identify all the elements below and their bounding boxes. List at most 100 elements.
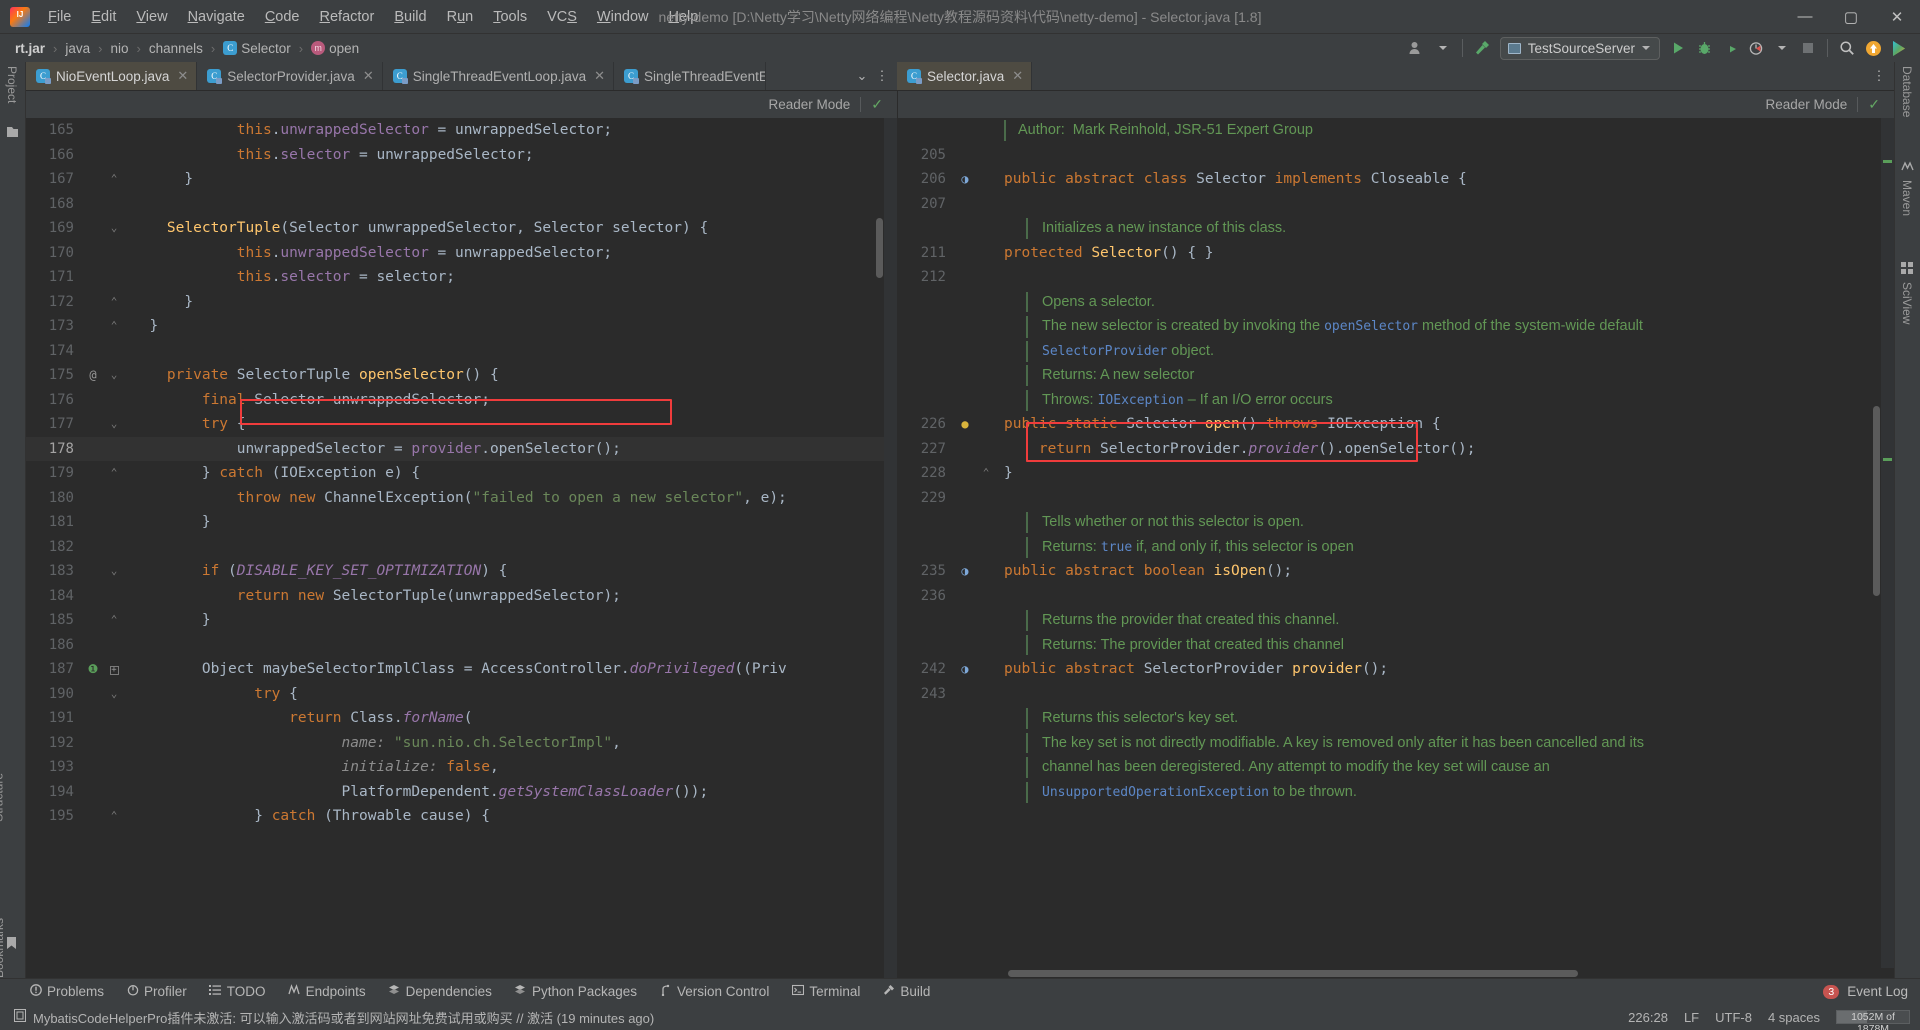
code-line[interactable]: 168 [26,192,897,217]
code-line[interactable]: 185 ⌃ } [26,608,897,633]
menu-refactor[interactable]: Refactor [310,5,385,29]
code-line[interactable]: Returns the provider that created this c… [898,608,1894,633]
code-line[interactable]: 183 ⌄ if (DISABLE_KEY_SET_OPTIMIZATION) { [26,559,897,584]
code-line[interactable]: Returns: The provider that created this … [898,633,1894,658]
reader-mode-label[interactable]: Reader Mode [768,97,850,112]
close-icon[interactable]: ✕ [177,68,188,84]
gutter-marker[interactable]: ◑ [954,559,976,584]
code-line[interactable]: 243 [898,682,1894,707]
code-line[interactable]: 187 ❶ + Object maybeSelectorImplClass = Ac… [26,657,897,682]
stop-button[interactable] [1795,36,1821,60]
menu-file[interactable]: File [38,5,81,29]
code-line[interactable]: 194 PlatformDependent.getSystemClassLoad… [26,780,897,805]
code-line[interactable]: Initializes a new instance of this class… [898,216,1894,241]
error-stripe-right[interactable] [1881,118,1894,978]
run-with-coverage-button[interactable] [1717,36,1743,60]
tool-problems[interactable]: Problems [18,982,115,1001]
tool-build[interactable]: Build [871,982,941,1001]
fold-marker[interactable]: ⌄ [104,412,124,437]
menu-code[interactable]: Code [255,5,310,29]
tool-todo[interactable]: TODO [198,982,277,1001]
breadcrumb-item-rtjar[interactable]: rt.jar [12,40,48,57]
code-line[interactable]: Returns: true if, and only if, this sele… [898,535,1894,560]
tool-python-packages[interactable]: Python Packages [503,982,648,1001]
close-icon[interactable]: ✕ [594,68,605,84]
line-separator[interactable]: LF [1684,1010,1699,1025]
gutter-marker[interactable]: ◑ [954,657,976,682]
sidebar-item-database[interactable]: Database [1900,66,1914,117]
tab-nioeventloop[interactable]: C NioEventLoop.java ✕ [26,62,198,90]
code-line[interactable]: 165 this.unwrappedSelector = unwrappedSe… [26,118,897,143]
code-line[interactable]: 193 initialize: false, [26,755,897,780]
breadcrumb-item-selector[interactable]: C Selector [220,40,294,57]
reader-mode-label[interactable]: Reader Mode [1765,97,1847,112]
menu-edit[interactable]: Edit [81,5,126,29]
error-stripe-left[interactable] [884,118,897,978]
gutter-marker[interactable]: ❶ [82,657,104,682]
tool-version-control[interactable]: Version Control [648,982,780,1001]
indent-setting[interactable]: 4 spaces [1768,1010,1820,1025]
profile-button[interactable] [1743,36,1769,60]
file-encoding[interactable]: UTF-8 [1715,1010,1752,1025]
menu-help[interactable]: Help [658,5,708,29]
code-line[interactable]: 166 this.selector = unwrappedSelector; [26,143,897,168]
code-line[interactable]: 177 ⌄ try { [26,412,897,437]
code-line[interactable]: Returns this selector's key set. [898,706,1894,731]
code-line[interactable]: 175 @ ⌄ private SelectorTuple openSelector… [26,363,897,388]
menu-vcs[interactable]: VCS [537,5,587,29]
code-line[interactable]: 181 } [26,510,897,535]
code-line[interactable]: 207 [898,192,1894,217]
code-line[interactable]: 206 ◑ public abstract class Selector imple… [898,167,1894,192]
build-hammer-icon[interactable] [1469,36,1495,60]
tabs-list-chevron-icon[interactable]: ⌄ [853,68,871,84]
menu-window[interactable]: Window [587,5,659,29]
fold-marker[interactable]: ⌄ [104,363,124,388]
gutter-marker[interactable]: ◑ [954,167,976,192]
notification-icon[interactable] [14,1009,26,1025]
tab-selectorprovider[interactable]: C SelectorProvider.java ✕ [197,62,383,90]
code-line[interactable]: 169 ⌄ SelectorTuple(Selector unwrappedSel… [26,216,897,241]
settings-icon[interactable] [1886,36,1912,60]
memory-indicator[interactable]: 1052M of 1878M [1836,1010,1910,1030]
code-line[interactable]: Throws: IOException – If an I/O error oc… [898,388,1894,413]
code-line[interactable]: 195 ⌃ } catch (Throwable cause) { [26,804,897,829]
code-line[interactable]: 212 [898,265,1894,290]
code-line[interactable]: 170 this.unwrappedSelector = unwrappedSe… [26,241,897,266]
code-line[interactable]: 172 ⌃ } [26,290,897,315]
gutter-marker[interactable]: ● [954,412,976,437]
sidebar-item-project[interactable]: Project [5,66,19,103]
code-line[interactable]: 236 [898,584,1894,609]
fold-marker[interactable]: ⌄ [104,682,124,707]
code-line[interactable]: 171 this.selector = selector; [26,265,897,290]
code-line[interactable]: 167 ⌃ } [26,167,897,192]
tab-singlethreadevente[interactable]: C SingleThreadEventE [614,62,766,90]
status-message[interactable]: MybatisCodeHelperPro插件未激活: 可以输入激活码或者到网站网… [33,1008,654,1027]
code-line[interactable]: 178 unwrappedSelector = provider.openSel… [26,436,897,461]
fold-marker[interactable]: ⌄ [104,216,124,241]
run-configuration-selector[interactable]: TestSourceServer [1499,36,1660,60]
menu-run[interactable]: Run [437,5,484,29]
tab-selector[interactable]: C Selector.java ✕ [897,62,1033,90]
check-icon[interactable]: ✓ [871,96,883,113]
code-line[interactable]: Returns: A new selector [898,363,1894,388]
close-icon[interactable]: ✕ [1012,68,1023,84]
fold-marker[interactable]: ⌃ [104,461,124,486]
fold-marker[interactable]: ⌃ [104,167,124,192]
code-line[interactable]: 179 ⌃ } catch (IOException e) { [26,461,897,486]
fold-marker[interactable]: ⌄ [104,559,124,584]
code-line[interactable]: SelectorProvider object. [898,339,1894,364]
fold-marker[interactable]: ⌃ [104,290,124,315]
close-button[interactable]: ✕ [1874,0,1920,34]
menu-view[interactable]: View [126,5,177,29]
horizontal-scrollbar-right[interactable] [898,968,1894,978]
tool-dependencies[interactable]: Dependencies [377,982,503,1001]
code-line[interactable]: 191 return Class.forName( [26,706,897,731]
code-lines-left[interactable]: 165 this.unwrappedSelector = unwrappedSe… [26,118,897,978]
code-line[interactable]: 211 protected Selector() { } [898,241,1894,266]
code-line[interactable]: 192 name: "sun.nio.ch.SelectorImpl", [26,731,897,756]
event-log-button[interactable]: Event Log [1847,984,1908,999]
breadcrumb-item-nio[interactable]: nio [107,40,131,57]
tab-singlethreadeventloop[interactable]: C SingleThreadEventLoop.java ✕ [383,62,614,90]
breadcrumb-item-java[interactable]: java [62,40,93,57]
tool-endpoints[interactable]: Endpoints [277,982,377,1001]
